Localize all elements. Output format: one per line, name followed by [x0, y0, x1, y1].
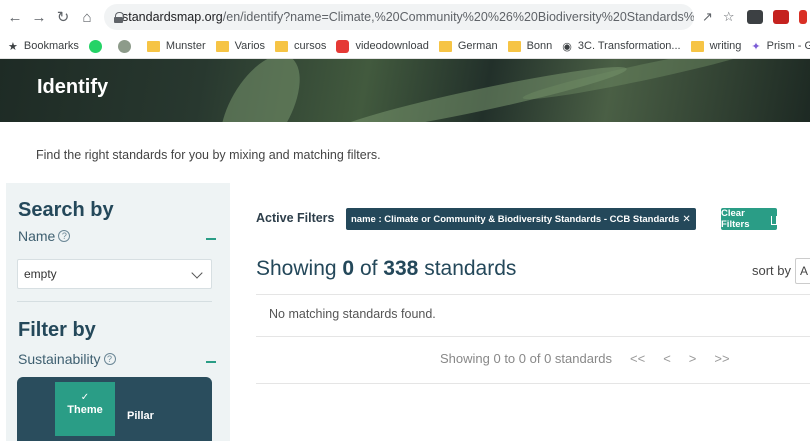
bookmark-varios[interactable]: Varios: [215, 40, 265, 52]
divider: [256, 336, 810, 337]
collapse-sustainability-icon[interactable]: [206, 361, 216, 363]
remove-filter-icon[interactable]: ✕: [682, 214, 690, 225]
folder-icon: [146, 40, 160, 52]
bookmark-bonn[interactable]: Bonn: [507, 40, 552, 52]
url-path: /en/identify?name=Climate,%20Community%2…: [222, 10, 694, 24]
forward-icon[interactable]: →: [28, 6, 50, 28]
reload-icon[interactable]: ↻: [52, 6, 74, 28]
prism-icon: ✦: [751, 40, 761, 53]
bookmark-writing[interactable]: writing: [690, 40, 741, 52]
star-icon: ★: [8, 40, 18, 53]
toggle-pillar[interactable]: Pillar: [127, 410, 154, 422]
bookmark-munster[interactable]: Munster: [146, 40, 206, 52]
intro-text: Find the right standards for you by mixi…: [36, 148, 381, 162]
bookmark-german[interactable]: German: [438, 40, 498, 52]
leaf-decoration: [204, 59, 316, 122]
trash-icon: [770, 215, 777, 225]
gmail-icon[interactable]: [772, 10, 789, 24]
folder-icon: [507, 40, 521, 52]
help-icon[interactable]: ?: [58, 230, 71, 242]
bookmark-star-icon[interactable]: ☆: [723, 9, 735, 25]
sort-label: sort by: [752, 263, 792, 278]
last-page-button[interactable]: >>: [714, 351, 729, 366]
divider: [256, 294, 810, 295]
pagination-summary: Showing 0 to 0 of 0 standards: [440, 351, 613, 366]
bookmark-transformation[interactable]: ◉ 3C. Transformation...: [562, 40, 680, 53]
bookmarks-bar: ★ Bookmarks Munster Varios cursos videodo…: [0, 34, 810, 59]
page-title: Identify: [37, 76, 109, 98]
extension-icon[interactable]: [798, 10, 807, 24]
next-page-button[interactable]: >: [689, 351, 697, 366]
bookmark-videodownload[interactable]: videodownload: [336, 39, 429, 53]
help-icon[interactable]: ?: [103, 353, 116, 365]
search-by-heading: Search by: [18, 199, 114, 221]
folder-icon: [438, 40, 452, 52]
url-host: standardsmap.org: [122, 10, 223, 24]
hero-banner: Identify: [0, 59, 810, 122]
theme-pillar-toggle: ✓ Theme Pillar: [17, 377, 212, 441]
filter-sidebar: Search by Name ? empty Filter by Sustain…: [6, 183, 230, 441]
notion-icon: ◉: [562, 40, 572, 53]
folder-icon: [690, 40, 704, 52]
extension-icon[interactable]: [746, 10, 763, 24]
whatsapp-icon: [88, 39, 102, 53]
folder-icon: [215, 40, 229, 52]
prev-page-button[interactable]: <: [663, 351, 671, 366]
bookmark-prism[interactable]: ✦Prism - GraphPa: [751, 40, 810, 53]
home-icon[interactable]: ⌂: [76, 6, 98, 28]
globe-icon: [117, 39, 131, 53]
no-results-message: No matching standards found.: [269, 307, 436, 321]
chevron-down-icon: [191, 267, 203, 279]
bookmark-whatsapp[interactable]: [88, 39, 108, 53]
toggle-theme[interactable]: ✓ Theme: [55, 382, 115, 436]
bookmark-globe[interactable]: [117, 39, 137, 53]
folder-icon: [275, 40, 289, 52]
back-icon[interactable]: ←: [4, 6, 26, 28]
address-bar[interactable]: standardsmap.org/en/identify?name=Climat…: [104, 4, 694, 30]
divider: [256, 383, 810, 384]
first-page-button[interactable]: <<: [630, 351, 645, 366]
clear-filters-button[interactable]: Clear Filters: [721, 208, 777, 230]
check-icon: ✓: [80, 392, 90, 403]
download-icon: [336, 39, 350, 53]
name-filter-label[interactable]: Name ?: [18, 228, 71, 244]
name-select[interactable]: empty: [17, 259, 212, 289]
active-filters-label: Active Filters: [256, 211, 335, 225]
filter-by-heading: Filter by: [18, 319, 96, 341]
browser-toolbar: ← → ↻ ⌂ standardsmap.org/en/identify?nam…: [0, 0, 810, 34]
bookmark-bookmarks[interactable]: ★ Bookmarks: [8, 40, 79, 53]
pagination: Showing 0 to 0 of 0 standards << < > >>: [440, 351, 730, 366]
collapse-name-icon[interactable]: [206, 238, 216, 240]
bookmark-cursos[interactable]: cursos: [275, 40, 326, 52]
active-filter-chip[interactable]: name : Climate or Community & Biodiversi…: [346, 208, 696, 230]
results-count: Showing 0 of 338 standards: [256, 257, 517, 280]
sustainability-filter-label[interactable]: Sustainability ?: [18, 351, 116, 367]
divider: [17, 301, 212, 302]
share-icon[interactable]: ↗: [702, 9, 713, 25]
sort-select[interactable]: A: [795, 258, 810, 284]
